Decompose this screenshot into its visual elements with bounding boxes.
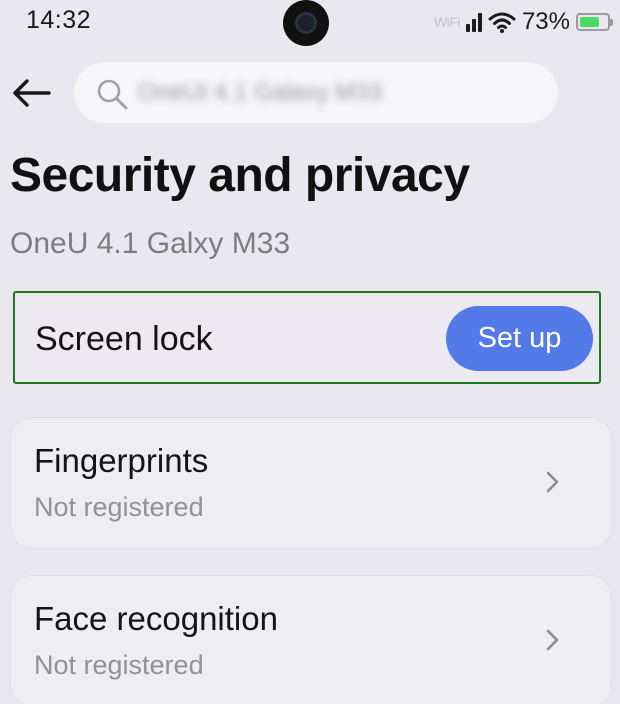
search-input[interactable]: OneUI 4.1 Galaxy M33 (74, 62, 558, 123)
battery-icon (576, 13, 613, 31)
screen-lock-row[interactable]: Screen lock Set up (13, 291, 601, 384)
face-recognition-item[interactable]: Face recognition Not registered (10, 575, 612, 704)
screen-lock-label: Screen lock (35, 320, 213, 358)
vowifi-label: WiFi (433, 14, 461, 30)
face-recognition-title: Face recognition (34, 600, 278, 637)
battery-percent: 73% (521, 8, 570, 35)
page-subtitle: OneU 4.1 Galxy M33 (10, 227, 291, 260)
search-query-text: OneUI 4.1 Galaxy M33 (138, 79, 383, 106)
fingerprints-status: Not registered (34, 492, 204, 522)
status-icons: WiFi 73% (433, 6, 613, 38)
status-time: 14:32 (26, 6, 92, 34)
arrow-left-icon (13, 79, 51, 107)
chevron-right-icon (546, 471, 559, 493)
fingerprints-title: Fingerprints (34, 442, 209, 479)
wifi-icon (488, 12, 516, 33)
status-bar: 14:32 WiFi 73% (0, 0, 620, 46)
front-camera-cutout (283, 0, 329, 46)
back-button[interactable] (10, 72, 52, 114)
set-up-button[interactable]: Set up (446, 306, 593, 371)
fingerprints-item[interactable]: Fingerprints Not registered (10, 417, 612, 549)
page-title: Security and privacy (10, 149, 470, 202)
search-icon (97, 79, 128, 110)
cellular-signal-icon (465, 12, 482, 32)
chevron-right-icon (546, 629, 559, 651)
face-recognition-status: Not registered (34, 650, 204, 680)
